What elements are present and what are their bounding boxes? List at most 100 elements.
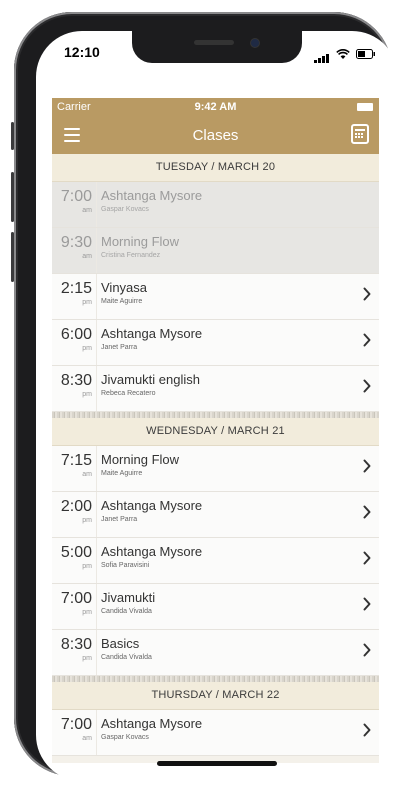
calendar-icon[interactable] bbox=[351, 124, 369, 144]
wifi-icon bbox=[336, 48, 350, 59]
device-screen: 12:10 Carrier 9:42 AM Clases TUESDAY / M… bbox=[36, 31, 398, 781]
class-ampm: pm bbox=[82, 299, 92, 306]
class-time: 8:30 bbox=[60, 372, 92, 389]
class-row[interactable]: 7:00 am Ashtanga Mysore Gaspar Kovacs bbox=[52, 182, 379, 228]
simulator-status-bar: Carrier 9:42 AM bbox=[52, 98, 379, 118]
notch bbox=[132, 31, 302, 63]
class-row[interactable]: 6:00 pm Ashtanga Mysore Janet Parra bbox=[52, 320, 379, 366]
class-ampm: am bbox=[82, 471, 92, 478]
class-teacher: Cristina Fernandez bbox=[101, 252, 161, 259]
mute-switch bbox=[11, 122, 14, 150]
volume-down-button bbox=[11, 232, 14, 282]
phone-frame: 12:10 Carrier 9:42 AM Clases TUESDAY / M… bbox=[11, 12, 398, 781]
row-divider bbox=[96, 182, 97, 227]
class-time: 8:30 bbox=[60, 636, 92, 653]
class-row[interactable]: 9:30 am Morning Flow Cristina Fernandez bbox=[52, 228, 379, 274]
device-clock: 12:10 bbox=[64, 44, 100, 60]
class-time: 2:15 bbox=[60, 280, 92, 297]
class-ampm: pm bbox=[82, 655, 92, 662]
class-time: 9:30 bbox=[60, 234, 92, 251]
class-ampm: pm bbox=[82, 391, 92, 398]
page-title: Clases bbox=[192, 127, 239, 144]
chevron-right-icon bbox=[363, 287, 371, 301]
class-time: 5:00 bbox=[60, 544, 92, 561]
class-title: Jivamukti english bbox=[101, 372, 200, 387]
chevron-right-icon bbox=[363, 723, 371, 737]
class-time: 2:00 bbox=[60, 498, 92, 515]
class-title: Morning Flow bbox=[101, 234, 180, 249]
class-teacher: Candida Vivalda bbox=[101, 654, 152, 661]
signal-icon bbox=[314, 45, 330, 63]
class-ampm: pm bbox=[82, 517, 92, 524]
home-indicator[interactable] bbox=[157, 761, 277, 766]
class-time: 6:00 bbox=[60, 326, 92, 343]
row-divider bbox=[96, 492, 97, 537]
class-teacher: Janet Parra bbox=[101, 516, 138, 523]
camera bbox=[250, 38, 260, 48]
section-header: THURSDAY / MARCH 22 bbox=[52, 682, 379, 710]
nav-bar: Clases bbox=[52, 118, 379, 154]
class-list: TUESDAY / MARCH 20 7:00 am Ashtanga Mysore G… bbox=[52, 154, 379, 756]
volume-up-button bbox=[11, 172, 14, 222]
chevron-right-icon bbox=[363, 505, 371, 519]
class-time: 7:15 bbox=[60, 452, 92, 469]
app-window: Carrier 9:42 AM Clases TUESDAY / MARCH 2… bbox=[52, 98, 379, 763]
class-title: Jivamukti bbox=[101, 590, 156, 605]
class-ampm: am bbox=[82, 735, 92, 742]
class-ampm: pm bbox=[82, 609, 92, 616]
device-status-icons bbox=[314, 45, 376, 63]
chevron-right-icon bbox=[363, 643, 371, 657]
class-row[interactable]: 5:00 pm Ashtanga Mysore Sofia Paravisini bbox=[52, 538, 379, 584]
row-divider bbox=[96, 274, 97, 319]
class-teacher: Maite Aguirre bbox=[101, 470, 143, 477]
class-ampm: am bbox=[82, 253, 92, 260]
chevron-right-icon bbox=[363, 551, 371, 565]
class-ampm: pm bbox=[82, 345, 92, 352]
class-row[interactable]: 7:15 am Morning Flow Maite Aguirre bbox=[52, 446, 379, 492]
class-title: Vinyasa bbox=[101, 280, 148, 295]
chevron-right-icon bbox=[363, 379, 371, 393]
class-title: Morning Flow bbox=[101, 452, 180, 467]
section-header: TUESDAY / MARCH 20 bbox=[52, 154, 379, 182]
row-divider bbox=[96, 228, 97, 273]
class-teacher: Gaspar Kovacs bbox=[101, 734, 149, 741]
class-row[interactable]: 7:00 am Ashtanga Mysore Gaspar Kovacs bbox=[52, 710, 379, 756]
class-teacher: Janet Parra bbox=[101, 344, 138, 351]
row-divider bbox=[96, 630, 97, 675]
class-teacher: Gaspar Kovacs bbox=[101, 206, 149, 213]
row-divider bbox=[96, 538, 97, 583]
class-ampm: am bbox=[82, 207, 92, 214]
class-teacher: Sofia Paravisini bbox=[101, 562, 150, 569]
class-row[interactable]: 2:15 pm Vinyasa Maite Aguirre bbox=[52, 274, 379, 320]
chevron-right-icon bbox=[363, 597, 371, 611]
class-teacher: Rebeca Recatero bbox=[101, 390, 156, 397]
class-teacher: Maite Aguirre bbox=[101, 298, 143, 305]
class-title: Basics bbox=[101, 636, 140, 651]
row-divider bbox=[96, 366, 97, 411]
row-divider bbox=[96, 446, 97, 491]
class-title: Ashtanga Mysore bbox=[101, 188, 203, 203]
status-clock: 9:42 AM bbox=[194, 101, 237, 113]
class-teacher: Candida Vivalda bbox=[101, 608, 152, 615]
battery-icon bbox=[356, 49, 375, 59]
section-header: WEDNESDAY / MARCH 21 bbox=[52, 418, 379, 446]
chevron-right-icon bbox=[363, 459, 371, 473]
class-title: Ashtanga Mysore bbox=[101, 326, 203, 341]
speaker bbox=[194, 40, 234, 45]
class-time: 7:00 bbox=[60, 590, 92, 607]
row-divider bbox=[96, 320, 97, 365]
class-row[interactable]: 2:00 pm Ashtanga Mysore Janet Parra bbox=[52, 492, 379, 538]
class-title: Ashtanga Mysore bbox=[101, 498, 203, 513]
class-time: 7:00 bbox=[60, 188, 92, 205]
battery-icon bbox=[357, 103, 373, 111]
class-title: Ashtanga Mysore bbox=[101, 544, 203, 559]
class-row[interactable]: 7:00 pm Jivamukti Candida Vivalda bbox=[52, 584, 379, 630]
class-row[interactable]: 8:30 pm Basics Candida Vivalda bbox=[52, 630, 379, 676]
class-row[interactable]: 8:30 pm Jivamukti english Rebeca Recatero bbox=[52, 366, 379, 412]
class-time: 7:00 bbox=[60, 716, 92, 733]
class-title: Ashtanga Mysore bbox=[101, 716, 203, 731]
row-divider bbox=[96, 584, 97, 629]
class-ampm: pm bbox=[82, 563, 92, 570]
row-divider bbox=[96, 710, 97, 755]
chevron-right-icon bbox=[363, 333, 371, 347]
